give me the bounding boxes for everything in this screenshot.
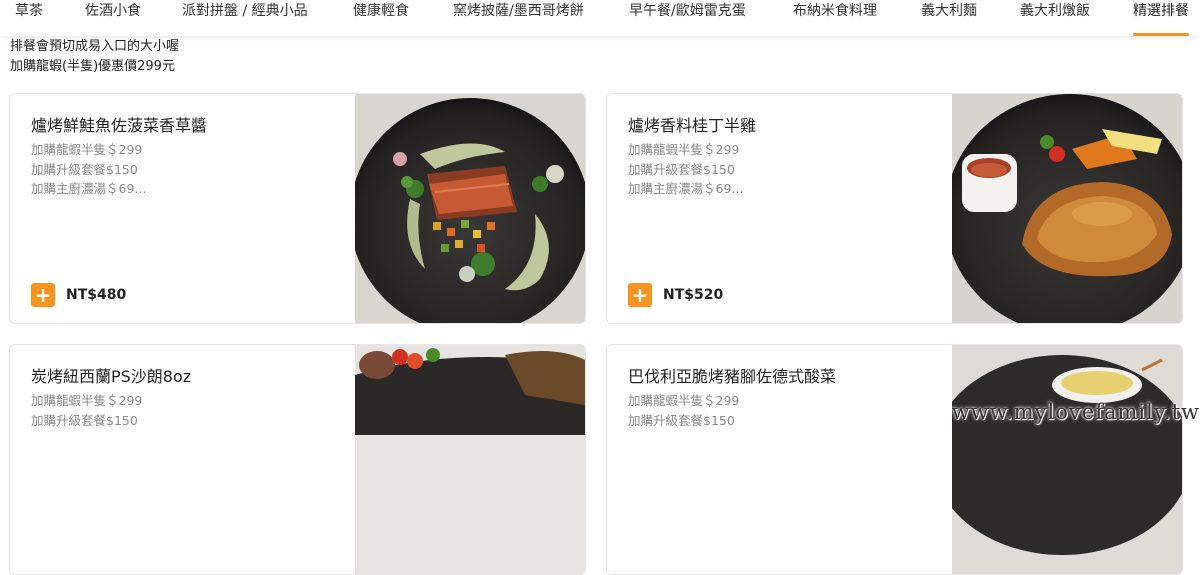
menu-item-card[interactable]: 爐烤鮮鮭魚佐菠菜香草醬 加購龍蝦半隻＄299 加購升級套餐$150 加購主廚濃湯… — [9, 93, 586, 324]
note-precut: 排餐會預切成易入口的大小喔 — [10, 39, 180, 54]
menu-item-title: 爐烤香料桂丁半雞 — [628, 116, 757, 135]
desc-line: 加購龍蝦半隻＄299 — [31, 393, 143, 408]
category-tab-herbal-tea[interactable]: 草茶 — [15, 0, 43, 36]
menu-item-title: 巴伐利亞脆烤豬腳佐德式酸菜 — [628, 367, 837, 386]
plus-icon[interactable]: + — [31, 283, 55, 307]
menu-item-card[interactable]: 巴伐利亞脆烤豬腳佐德式酸菜 加購龍蝦半隻＄299 加購升級套餐$150 — [606, 344, 1183, 575]
desc-line: 加購主廚濃湯＄69... — [628, 181, 744, 196]
desc-line: 加購龍蝦半隻＄299 — [628, 142, 740, 157]
menu-item-card[interactable]: 炭烤紐西蘭PS沙朗8oz 加購龍蝦半隻＄299 加購升級套餐$150 — [9, 344, 586, 575]
site-watermark: www.mylovefamily.tw — [951, 400, 1200, 424]
desc-line: 加購升級套餐$150 — [628, 412, 735, 428]
price-row: + NT$520 — [628, 283, 723, 307]
menu-item-title: 爐烤鮮鮭魚佐菠菜香草醬 — [31, 116, 208, 135]
desc-line: 加購主廚濃湯＄69... — [31, 181, 147, 196]
desc-line: 加購升級套餐$150 — [31, 161, 138, 177]
menu-item-description: 加購龍蝦半隻＄299 加購升級套餐$150 加購主廚濃湯＄69... — [31, 140, 146, 199]
category-tab-pizza-quesadilla[interactable]: 窯烤披薩/墨西哥烤餅 — [453, 0, 584, 36]
menu-item-description: 加購龍蝦半隻＄299 加購升級套餐$150 — [31, 391, 142, 430]
menu-item-card[interactable]: 爐烤香料桂丁半雞 加購龍蝦半隻＄299 加購升級套餐$150 加購主廚濃湯＄69… — [606, 93, 1183, 324]
category-tab-party-platters[interactable]: 派對拼盤 / 經典小品 — [182, 0, 308, 36]
category-tab-bar-snacks[interactable]: 佐酒小食 — [85, 0, 141, 36]
category-tab-brunch-omelette[interactable]: 早午餐/歐姆雷克蛋 — [629, 0, 746, 36]
price-row: + NT$480 — [31, 283, 126, 307]
salmon-dish-photo — [355, 94, 585, 323]
category-tab-risotto[interactable]: 義大利燉飯 — [1020, 0, 1090, 36]
menu-item-price: NT$480 — [66, 287, 127, 303]
category-nav: 草茶 佐酒小食 派對拼盤 / 經典小品 健康輕食 窯烤披薩/墨西哥烤餅 早午餐/… — [0, 0, 1200, 36]
menu-item-title: 炭烤紐西蘭PS沙朗8oz — [31, 367, 192, 386]
plus-icon[interactable]: + — [628, 283, 652, 307]
desc-line: 加購升級套餐$150 — [31, 412, 138, 428]
section-notes: 排餐會預切成易入口的大小喔 加購龍蝦(半隻)優惠價299元 — [10, 37, 179, 77]
menu-item-description: 加購龍蝦半隻＄299 加購升級套餐$150 — [628, 391, 739, 430]
pork-knuckle-dish-photo — [952, 345, 1182, 574]
category-tab-pasta[interactable]: 義大利麵 — [921, 0, 977, 36]
menu-item-description: 加購龍蝦半隻＄299 加購升級套餐$150 加購主廚濃湯＄69... — [628, 140, 743, 199]
desc-line: 加購龍蝦半隻＄299 — [628, 393, 740, 408]
category-tab-light-meals[interactable]: 健康輕食 — [353, 0, 409, 36]
menu-item-price: NT$520 — [663, 287, 724, 303]
desc-line: 加購升級套餐$150 — [628, 161, 735, 177]
category-tab-rice-dishes[interactable]: 布納米食料理 — [793, 0, 877, 36]
roast-chicken-dish-photo — [952, 94, 1182, 323]
desc-line: 加購龍蝦半隻＄299 — [31, 142, 143, 157]
sirloin-steak-dish-photo — [355, 345, 585, 574]
category-tab-steaks[interactable]: 精選排餐 — [1133, 0, 1189, 36]
note-lobster-offer: 加購龍蝦(半隻)優惠價299元 — [10, 59, 175, 74]
